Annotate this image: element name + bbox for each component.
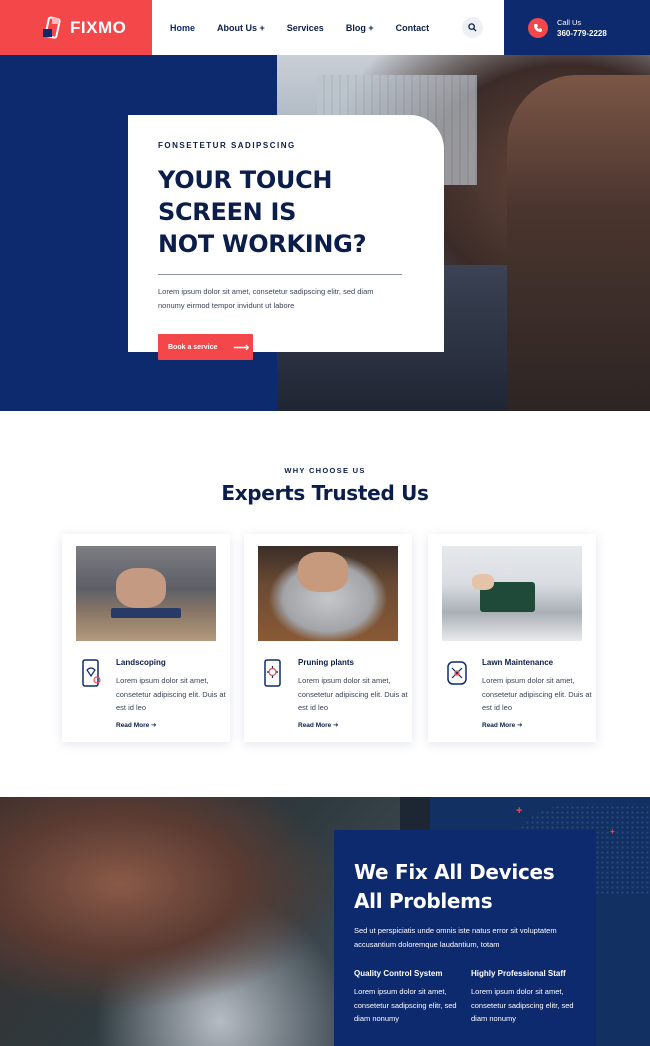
hero-title: YOUR TOUCH SCREEN IS NOT WORKING? — [158, 164, 414, 260]
hero-eyebrow: FONSETETUR SADIPSCING — [158, 141, 296, 150]
call-number[interactable]: 360-779-2228 — [557, 29, 607, 38]
we-fix-title-line-2: All Problems — [354, 889, 493, 913]
service-card-title: Landscoping — [116, 658, 166, 667]
plus-decoration-icon: + — [610, 827, 615, 836]
service-card-image — [258, 546, 398, 641]
logo[interactable]: FIXMO — [0, 0, 152, 55]
read-more-label: Read More — [116, 722, 150, 729]
why-title: Experts Trusted Us — [221, 481, 429, 505]
nav-home[interactable]: Home — [170, 23, 195, 33]
book-service-label: Book a service — [168, 343, 218, 351]
nav-services[interactable]: Services — [287, 23, 324, 33]
why-choose-us-section: WHY CHOOSE US Experts Trusted Us Landsco… — [0, 411, 650, 797]
why-eyebrow: WHY CHOOSE US — [284, 466, 366, 475]
image-device — [111, 608, 181, 618]
nav-contact[interactable]: Contact — [396, 23, 430, 33]
service-card: Pruning plants Lorem ipsum dolor sit ame… — [244, 534, 412, 742]
arrow-right-icon: ➔ — [517, 722, 523, 729]
hero-card: FONSETETUR SADIPSCING YOUR TOUCH SCREEN … — [128, 115, 444, 360]
image-hands — [472, 574, 494, 590]
search-icon — [468, 23, 477, 32]
hero-divider — [158, 274, 402, 275]
we-fix-text: Sed ut perspiciatis unde omnis iste natu… — [354, 926, 557, 949]
nav-blog[interactable]: Blog + — [346, 23, 374, 33]
we-fix-title: We Fix All Devices All Problems — [354, 858, 576, 916]
image-hands — [298, 552, 348, 592]
we-fix-card: We Fix All Devices All Problems Sed ut p… — [334, 830, 596, 1046]
service-card: Lawn Maintenance Lorem ipsum dolor sit a… — [428, 534, 596, 742]
read-more-label: Read More — [298, 722, 332, 729]
feature-quality-control: Quality Control System Lorem ipsum dolor… — [354, 969, 469, 1026]
nav-about[interactable]: About Us + — [217, 23, 265, 33]
service-card: Landscoping Lorem ipsum dolor sit amet, … — [62, 534, 230, 742]
we-fix-section: + + We Fix All Devices All Problems Sed … — [0, 797, 650, 1046]
service-card-title: Lawn Maintenance — [482, 658, 554, 667]
feature-title: Quality Control System — [354, 969, 443, 978]
feature-professional-staff: Highly Professional Staff Lorem ipsum do… — [471, 969, 586, 1026]
phone-icon — [528, 17, 548, 38]
hero-title-line-2: NOT WORKING? — [158, 230, 367, 258]
feature-text: Lorem ipsum dolor sit amet, consetetur s… — [354, 987, 457, 1023]
hero-image-technician — [507, 75, 650, 411]
read-more-link[interactable]: Read More ➔ — [298, 721, 339, 729]
image-hands — [116, 568, 166, 608]
arrow-right-icon: ➔ — [333, 722, 339, 729]
hero-title-line-1: YOUR TOUCH SCREEN IS — [158, 166, 333, 226]
service-card-text: Lorem ipsum dolor sit amet, consetetur a… — [116, 676, 226, 712]
phone-repair-icon — [80, 658, 102, 688]
logo-phone-icon — [42, 16, 62, 40]
site-header: FIXMO Home About Us + Services Blog + Co… — [0, 0, 650, 55]
service-cards: Landscoping Lorem ipsum dolor sit amet, … — [62, 534, 596, 742]
hero-section: FONSETETUR SADIPSCING YOUR TOUCH SCREEN … — [0, 55, 650, 411]
tablet-repair-icon — [262, 658, 284, 688]
book-service-button[interactable]: Book a service ⟶ — [158, 334, 253, 360]
plus-decoration-icon: + — [516, 805, 523, 817]
feature-text: Lorem ipsum dolor sit amet, consetetur s… — [471, 987, 574, 1023]
arrow-right-icon: ➔ — [151, 722, 157, 729]
read-more-link[interactable]: Read More ➔ — [482, 721, 523, 729]
feature-title: Highly Professional Staff — [471, 969, 566, 978]
hero-text: Lorem ipsum dolor sit amet, consetetur s… — [158, 287, 374, 310]
call-us-block[interactable]: Call Us 360-779-2228 — [504, 0, 650, 55]
arrow-right-icon: ⟶ — [233, 341, 250, 354]
service-card-title: Pruning plants — [298, 658, 354, 667]
we-fix-title-line-1: We Fix All Devices — [354, 860, 555, 884]
main-nav: Home About Us + Services Blog + Contact — [170, 0, 429, 55]
search-button[interactable] — [462, 17, 483, 38]
logo-text: FIXMO — [70, 17, 127, 37]
read-more-link[interactable]: Read More ➔ — [116, 721, 157, 729]
read-more-label: Read More — [482, 722, 516, 729]
circuit-icon — [446, 658, 468, 688]
service-card-text: Lorem ipsum dolor sit amet, consetetur a… — [298, 676, 408, 712]
service-card-image — [442, 546, 582, 641]
call-label: Call Us — [557, 17, 582, 27]
service-card-image — [76, 546, 216, 641]
service-card-text: Lorem ipsum dolor sit amet, consetetur a… — [482, 676, 592, 712]
